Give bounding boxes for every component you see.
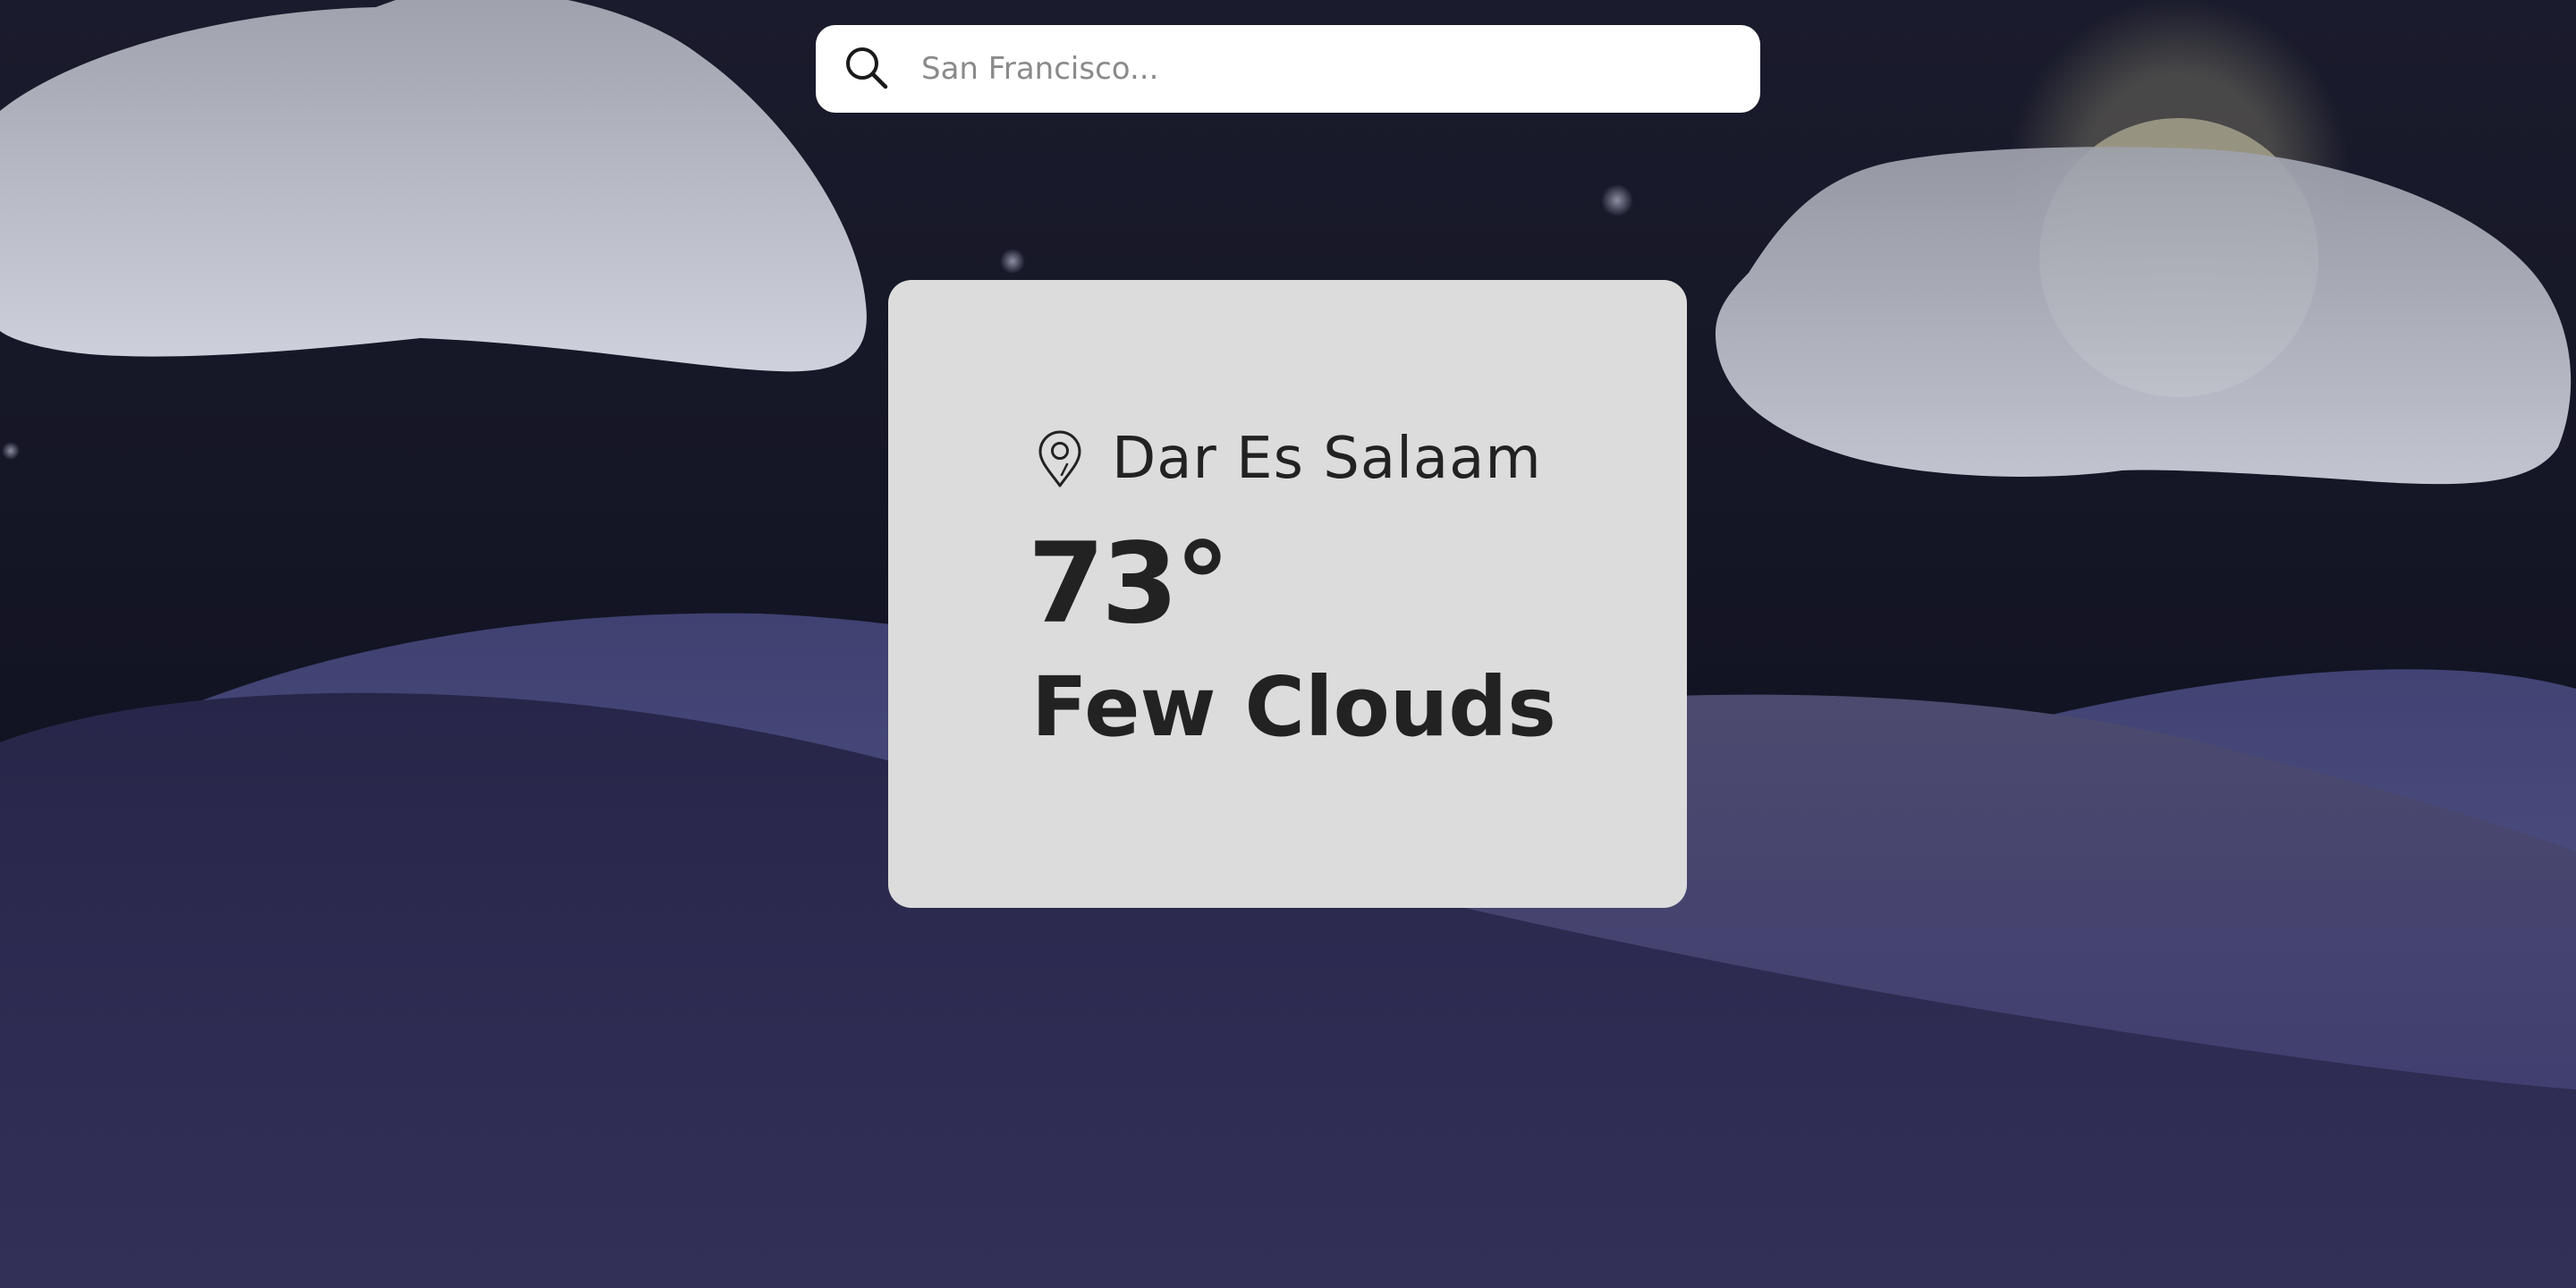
temperature: 73°	[1028, 520, 1231, 648]
star	[2, 442, 20, 460]
search-bar[interactable]	[816, 25, 1760, 113]
map-pin-icon	[1038, 430, 1081, 487]
weather-condition: Few Clouds	[1031, 659, 1556, 755]
weather-card: Dar Es Salaam 73° Few Clouds	[888, 280, 1687, 908]
location-name: Dar Es Salaam	[1112, 426, 1542, 492]
search-icon[interactable]	[843, 44, 893, 94]
location-row: Dar Es Salaam	[1037, 426, 1542, 492]
search-input[interactable]	[912, 36, 1735, 102]
star	[1000, 249, 1025, 274]
weather-app: Dar Es Salaam 73° Few Clouds	[0, 0, 2576, 1288]
star	[1601, 184, 1633, 216]
